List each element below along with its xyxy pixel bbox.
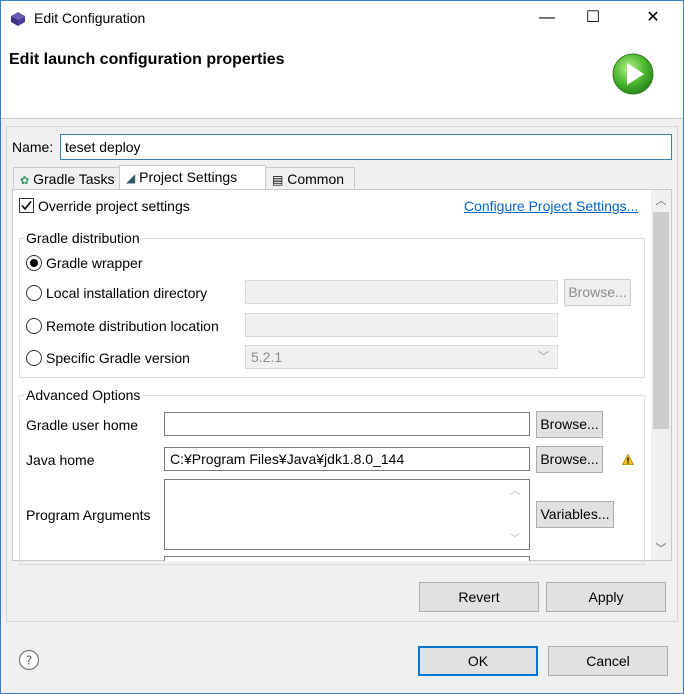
- java-home-input[interactable]: C:¥Program Files¥Java¥jdk1.8.0_144: [164, 447, 530, 471]
- radio-local-installation[interactable]: [26, 285, 42, 301]
- tab-common[interactable]: ▤ Common: [265, 167, 355, 190]
- user-home-browse-button[interactable]: Browse...: [536, 411, 603, 438]
- textarea-scroll-up-icon: ︿: [510, 486, 520, 497]
- override-label: Override project settings: [38, 198, 190, 214]
- textarea-scroll-down-icon: ﹀: [510, 534, 520, 545]
- override-checkbox[interactable]: [19, 198, 34, 213]
- dialog-header: [1, 37, 683, 119]
- app-icon: [10, 11, 26, 27]
- gear-icon: ✿: [20, 175, 30, 187]
- ok-button[interactable]: OK: [418, 646, 538, 676]
- minimize-button[interactable]: —: [524, 1, 570, 35]
- scroll-up-icon[interactable]: ︿: [651, 192, 671, 210]
- tab-project-settings[interactable]: ◢ Project Settings: [119, 165, 266, 191]
- gradle-user-home-label: Gradle user home: [26, 417, 139, 433]
- radio-remote-distribution[interactable]: [26, 318, 42, 334]
- window-title: Edit Configuration: [34, 10, 146, 26]
- java-home-browse-button[interactable]: Browse...: [536, 446, 603, 473]
- apply-button[interactable]: Apply: [546, 582, 666, 612]
- advanced-options-title: Advanced Options: [24, 387, 143, 403]
- svg-text:?: ?: [26, 654, 32, 668]
- window-icon: ▤: [272, 173, 284, 187]
- cancel-button[interactable]: Cancel: [548, 646, 668, 676]
- elephant-icon: ◢: [126, 171, 136, 185]
- local-installation-label: Local installation directory: [46, 285, 208, 301]
- gradle-version-select: 5.2.1: [245, 345, 558, 369]
- close-button[interactable]: ✕: [630, 1, 676, 35]
- name-input[interactable]: teset deploy: [60, 134, 672, 160]
- remote-distribution-label: Remote distribution location: [46, 318, 219, 334]
- local-installation-field: [245, 280, 558, 304]
- specific-version-label: Specific Gradle version: [46, 350, 190, 366]
- gradle-user-home-input[interactable]: [164, 412, 530, 436]
- remote-distribution-field: [245, 313, 558, 337]
- warning-icon: [621, 452, 636, 465]
- program-arguments-label: Program Arguments: [26, 507, 151, 523]
- jvm-arguments-textarea[interactable]: [164, 556, 530, 561]
- configure-project-settings-link[interactable]: Configure Project Settings...: [464, 198, 638, 214]
- maximize-button[interactable]: ☐: [570, 1, 616, 35]
- radio-specific-version[interactable]: [26, 350, 42, 366]
- revert-button[interactable]: Revert: [419, 582, 539, 612]
- scroll-down-icon[interactable]: ﹀: [651, 540, 671, 558]
- help-icon[interactable]: ?: [18, 649, 40, 671]
- name-label: Name:: [12, 139, 54, 155]
- scrollbar-thumb[interactable]: [653, 212, 669, 429]
- local-browse-button: Browse...: [564, 279, 631, 306]
- radio-gradle-wrapper[interactable]: [26, 255, 42, 271]
- gradle-distribution-title: Gradle distribution: [24, 230, 142, 246]
- tab-gradle-tasks[interactable]: ✿ Gradle Tasks: [13, 167, 120, 190]
- variables-button[interactable]: Variables...: [536, 501, 614, 528]
- chevron-down-icon: ﹀: [538, 351, 549, 363]
- gradle-wrapper-label: Gradle wrapper: [46, 255, 143, 271]
- java-home-label: Java home: [26, 452, 95, 468]
- program-arguments-textarea[interactable]: [164, 479, 530, 550]
- run-icon: [611, 52, 655, 96]
- checkmark-icon: [21, 201, 32, 211]
- page-title: Edit launch configuration properties: [9, 51, 285, 68]
